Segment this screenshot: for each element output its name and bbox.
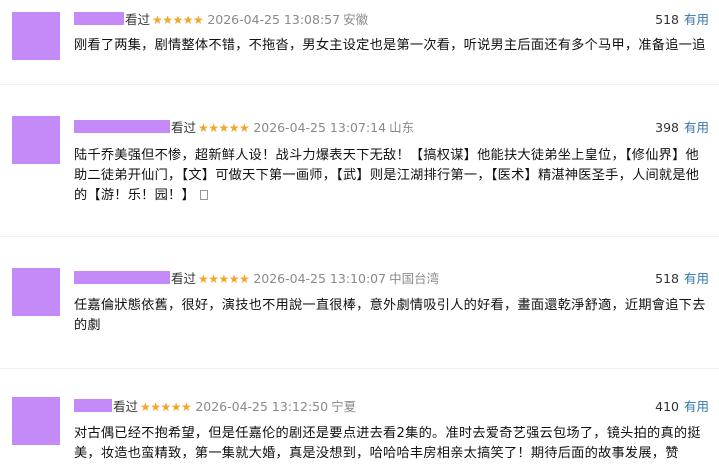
- comment-time: 2026-04-25 13:07:14: [253, 120, 387, 135]
- useful-button[interactable]: 有用: [684, 271, 709, 286]
- comment-location: 安徽: [343, 12, 369, 27]
- comment-text-line: 的劇: [74, 318, 101, 333]
- comment-text: 刚看了两集，剧情整体不错，不拖沓，男女主设定也是第一次看，听说男主后面还有多个马…: [74, 36, 709, 56]
- username-redacted[interactable]: [74, 399, 112, 412]
- comment-text: 任嘉倫狀態依舊，很好，演技也不用說一直很棒，意外劇情吸引人的好看，畫面還乾淨舒適…: [74, 296, 709, 336]
- divider: [0, 368, 719, 369]
- useful-count: 398: [655, 120, 679, 135]
- comment-text-line: 的【游！乐！园！】: [74, 188, 195, 203]
- rating-stars: ★★★★★: [198, 272, 250, 286]
- comment-text-line: 刚看了两集，剧情整体不错，不拖沓，男女主设定也是第一次看，听说男主后面还有多个马…: [74, 38, 706, 53]
- useful-vote: 518 有用: [655, 10, 709, 30]
- useful-vote: 410 有用: [655, 397, 709, 417]
- comment-text-line: 陆千乔美强但不惨，超新鲜人设！战斗力爆表天下无敌！【搞权谋】他能扶大徒弟坐上皇位…: [74, 148, 699, 163]
- divider: [0, 236, 719, 237]
- username-redacted[interactable]: [74, 120, 170, 133]
- comment-location: 宁夏: [331, 399, 357, 414]
- username-redacted[interactable]: [74, 12, 124, 25]
- rating-stars: ★★★★★: [198, 121, 250, 135]
- useful-button[interactable]: 有用: [684, 12, 709, 27]
- avatar[interactable]: [12, 12, 60, 60]
- comment-time: 2026-04-25 13:10:07: [253, 271, 387, 286]
- expand-icon[interactable]: [199, 190, 208, 200]
- avatar[interactable]: [12, 268, 60, 316]
- comment-text: 对古偶已经不抱希望，但是任嘉伦的剧还是要点进去看2集的。准时去爱奇艺强云包场了，…: [74, 424, 709, 464]
- username-redacted[interactable]: [74, 271, 170, 284]
- comment-text: 陆千乔美强但不惨，超新鲜人设！战斗力爆表天下无敌！【搞权谋】他能扶大徒弟坐上皇位…: [74, 146, 709, 206]
- useful-count: 518: [655, 271, 679, 286]
- comment-text-line: 助二徒弟开仙门，【文】可做天下第一画师，【武】则是江湖排行第一，【医术】精湛神医…: [74, 168, 700, 183]
- useful-button[interactable]: 有用: [684, 399, 709, 414]
- divider: [0, 84, 719, 85]
- useful-count: 518: [655, 12, 679, 27]
- useful-vote: 518 有用: [655, 269, 709, 289]
- comment-location: 中国台湾: [389, 271, 440, 286]
- comment-meta: 看过 ★★★★★ 2026-04-25 13:07:14 山东 398 有用: [74, 118, 709, 138]
- watched-status: 看过: [171, 120, 197, 135]
- avatar[interactable]: [12, 116, 60, 164]
- avatar[interactable]: [12, 397, 60, 445]
- useful-vote: 398 有用: [655, 118, 709, 138]
- watched-status: 看过: [171, 271, 197, 286]
- comment-meta: 看过 ★★★★★ 2026-04-25 13:12:50 宁夏 410 有用: [74, 397, 709, 417]
- comment-text-line: 任嘉倫狀態依舊，很好，演技也不用說一直很棒，意外劇情吸引人的好看，畫面還乾淨舒適…: [74, 298, 706, 313]
- comment-location: 山东: [389, 120, 415, 135]
- comment-text-line: 对古偶已经不抱希望，但是任嘉伦的剧还是要点进去看2集的。准时去爱奇艺强云包场了，…: [74, 426, 701, 441]
- useful-button[interactable]: 有用: [684, 120, 709, 135]
- comment-time: 2026-04-25 13:08:57: [207, 12, 341, 27]
- comment-text-line: 美，妆造也蛮精致，第一集就大婚，真是没想到，哈哈哈丰房相亲太搞笑了！期待后面的故…: [74, 446, 679, 461]
- rating-stars: ★★★★★: [152, 13, 204, 27]
- watched-status: 看过: [113, 399, 139, 414]
- comment-meta: 看过 ★★★★★ 2026-04-25 13:08:57 安徽 518 有用: [74, 10, 709, 30]
- rating-stars: ★★★★★: [140, 400, 192, 414]
- comment-time: 2026-04-25 13:12:50: [195, 399, 329, 414]
- useful-count: 410: [655, 399, 679, 414]
- watched-status: 看过: [125, 12, 151, 27]
- comment-meta: 看过 ★★★★★ 2026-04-25 13:10:07 中国台湾 518 有用: [74, 269, 709, 289]
